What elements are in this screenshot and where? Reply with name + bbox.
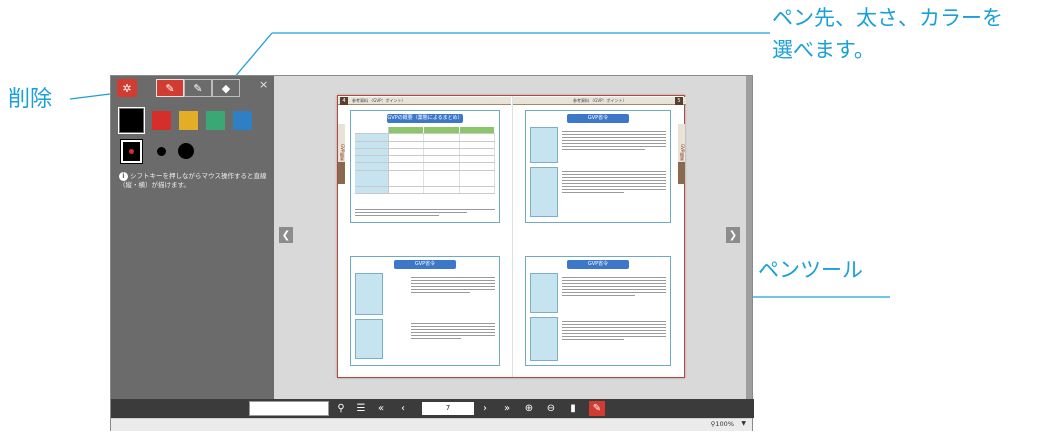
next-button[interactable]: › bbox=[477, 401, 493, 416]
pen-icon: ✎ bbox=[193, 81, 203, 95]
last-page-button[interactable]: » bbox=[499, 401, 515, 416]
left-top-panel: GVPの概要（業態によるまとめ） bbox=[350, 110, 500, 223]
left-page-header: 参考資料 〈GVP：ポイント〉 bbox=[338, 97, 511, 105]
right-page: 参考資料 〈GVP：ポイント〉 5 GVP概要 GVP省令 GVP省令 bbox=[512, 96, 686, 377]
zoom-in-icon: ⊕ bbox=[524, 403, 534, 414]
sparkle-icon: ✲ bbox=[122, 81, 132, 95]
pen-size-large[interactable] bbox=[178, 143, 194, 159]
callout-pen-options: ペン先、太さ、カラーを 選べます。 bbox=[772, 2, 1003, 66]
right-bottom-label-1 bbox=[530, 273, 558, 313]
first-page-button[interactable]: « bbox=[373, 401, 389, 416]
right-page-number: 5 bbox=[675, 97, 683, 105]
left-bottom-label-1 bbox=[355, 273, 383, 315]
right-bottom-panel-title: GVP省令 bbox=[567, 260, 629, 269]
pen-size-small-frame bbox=[120, 139, 143, 164]
zoom-in-button[interactable]: ⊕ bbox=[521, 401, 537, 416]
left-bottom-panel: GVP省令 bbox=[350, 256, 500, 366]
color-swatch-blue[interactable] bbox=[233, 111, 252, 130]
color-swatch-red[interactable] bbox=[152, 111, 171, 130]
right-bottom-panel: GVP省令 bbox=[525, 256, 671, 366]
right-top-panel: GVP省令 bbox=[525, 110, 671, 223]
marker-icon: ◆ bbox=[221, 81, 231, 95]
list-button[interactable]: ☰ bbox=[353, 401, 369, 416]
left-bottom-panel-title: GVP省令 bbox=[394, 260, 456, 269]
first-page-icon: « bbox=[377, 403, 385, 414]
book-spread: 参考資料 〈GVP：ポイント〉 4 GVP概要 GVPの概要（業態によるまとめ） bbox=[337, 95, 686, 378]
list-icon: ☰ bbox=[356, 403, 366, 414]
left-bottom-label-2 bbox=[355, 319, 383, 359]
callout-pen-tool: ペンツール bbox=[758, 258, 863, 282]
search-icon: ⚲ bbox=[337, 403, 345, 414]
prev-page-arrow[interactable]: ❮ bbox=[279, 227, 293, 243]
zoom-out-icon: ⊖ bbox=[546, 403, 556, 414]
pen-size-small[interactable] bbox=[120, 139, 143, 164]
zoom-out-button[interactable]: ⊖ bbox=[543, 401, 559, 416]
left-top-table bbox=[355, 127, 495, 200]
color-swatch-green[interactable] bbox=[206, 111, 225, 130]
zoom-dropdown-caret[interactable]: ▼ bbox=[741, 420, 746, 427]
pen-icon: ✎ bbox=[165, 81, 175, 95]
left-side-tab-mark bbox=[338, 162, 345, 184]
right-bottom-text-1 bbox=[562, 275, 666, 298]
left-page: 参考資料 〈GVP：ポイント〉 4 GVP概要 GVPの概要（業態によるまとめ） bbox=[338, 96, 511, 377]
prev-icon: ‹ bbox=[401, 403, 405, 414]
color-swatch-yellow[interactable] bbox=[179, 111, 198, 130]
right-page-header: 参考資料 〈GVP：ポイント〉 bbox=[513, 97, 686, 105]
status-bar: ⚲100% ▼ bbox=[111, 418, 752, 431]
hint-label: シフトキーを押しながらマウス操作すると直線（縦・横）が描けます。 bbox=[119, 172, 267, 189]
bookmark-icon: ▮ bbox=[570, 403, 576, 414]
hint-text: i シフトキーを押しながらマウス操作すると直線（縦・横）が描けます。 bbox=[119, 172, 271, 190]
prev-button[interactable]: ‹ bbox=[395, 401, 411, 416]
right-side-tab-mark bbox=[678, 162, 685, 184]
search-button[interactable]: ⚲ bbox=[333, 401, 349, 416]
color-swatch-black[interactable] bbox=[118, 107, 145, 134]
right-top-text-1 bbox=[562, 129, 666, 152]
delete-button[interactable]: ✲ bbox=[117, 79, 137, 97]
pen-size-medium[interactable] bbox=[157, 147, 166, 156]
callout-pen-options-line1: ペン先、太さ、カラーを bbox=[772, 6, 1003, 30]
right-top-label-1 bbox=[530, 127, 558, 163]
search-input[interactable] bbox=[249, 401, 329, 416]
pen-tip-option-3[interactable]: ◆ bbox=[212, 79, 240, 97]
next-page-arrow[interactable]: ❯ bbox=[726, 227, 740, 243]
chevron-right-icon: ❯ bbox=[728, 229, 738, 241]
bookmark-button[interactable]: ▮ bbox=[565, 401, 581, 416]
pen-tip-option-2[interactable]: ✎ bbox=[184, 79, 212, 97]
right-bottom-label-2 bbox=[530, 317, 558, 361]
right-top-label-2 bbox=[530, 167, 558, 217]
page-number-input[interactable]: 7 bbox=[422, 402, 474, 415]
right-bottom-text-2 bbox=[562, 319, 666, 342]
next-icon: › bbox=[483, 403, 487, 414]
pen-tip-option-1[interactable]: ✎ bbox=[156, 79, 184, 97]
bottom-toolbar: ⚲ ☰ « ‹ 7 › » ⊕ ⊖ ▮ ✎ bbox=[111, 399, 754, 418]
chevron-left-icon: ❮ bbox=[281, 229, 291, 241]
zoom-level[interactable]: ⚲100% bbox=[711, 420, 734, 428]
pen-tool-icon: ✎ bbox=[592, 403, 602, 414]
pen-tool-panel: ✲ ✎ ✎ ◆ × i シフトキーを押しながらマウス操作すると直線（縦・横）が描… bbox=[111, 76, 274, 399]
pen-tool-button[interactable]: ✎ bbox=[589, 401, 605, 416]
callout-delete: 削除 bbox=[8, 87, 53, 112]
left-page-number: 4 bbox=[340, 97, 348, 105]
callout-pen-options-line2: 選べます。 bbox=[772, 38, 875, 62]
screenshot-stage: ペン先、太さ、カラーを 選べます。 削除 ペンツール ✲ ✎ ✎ ◆ × i シ… bbox=[0, 0, 1051, 437]
info-icon: i bbox=[119, 172, 128, 181]
close-panel-button[interactable]: × bbox=[259, 78, 268, 91]
left-bottom-text-1 bbox=[411, 275, 495, 295]
left-bottom-text-2 bbox=[411, 321, 495, 341]
left-top-notes bbox=[355, 207, 495, 218]
last-page-icon: » bbox=[503, 403, 511, 414]
right-top-panel-title: GVP省令 bbox=[567, 114, 629, 123]
right-top-text-2 bbox=[562, 169, 666, 195]
pen-size-small-dot bbox=[129, 149, 134, 154]
zoom-value: 100% bbox=[715, 420, 734, 428]
ebook-viewer-window: ✲ ✎ ✎ ◆ × i シフトキーを押しながらマウス操作すると直線（縦・横）が描… bbox=[110, 75, 754, 431]
left-top-panel-title: GVPの概要（業態によるまとめ） bbox=[387, 114, 463, 123]
